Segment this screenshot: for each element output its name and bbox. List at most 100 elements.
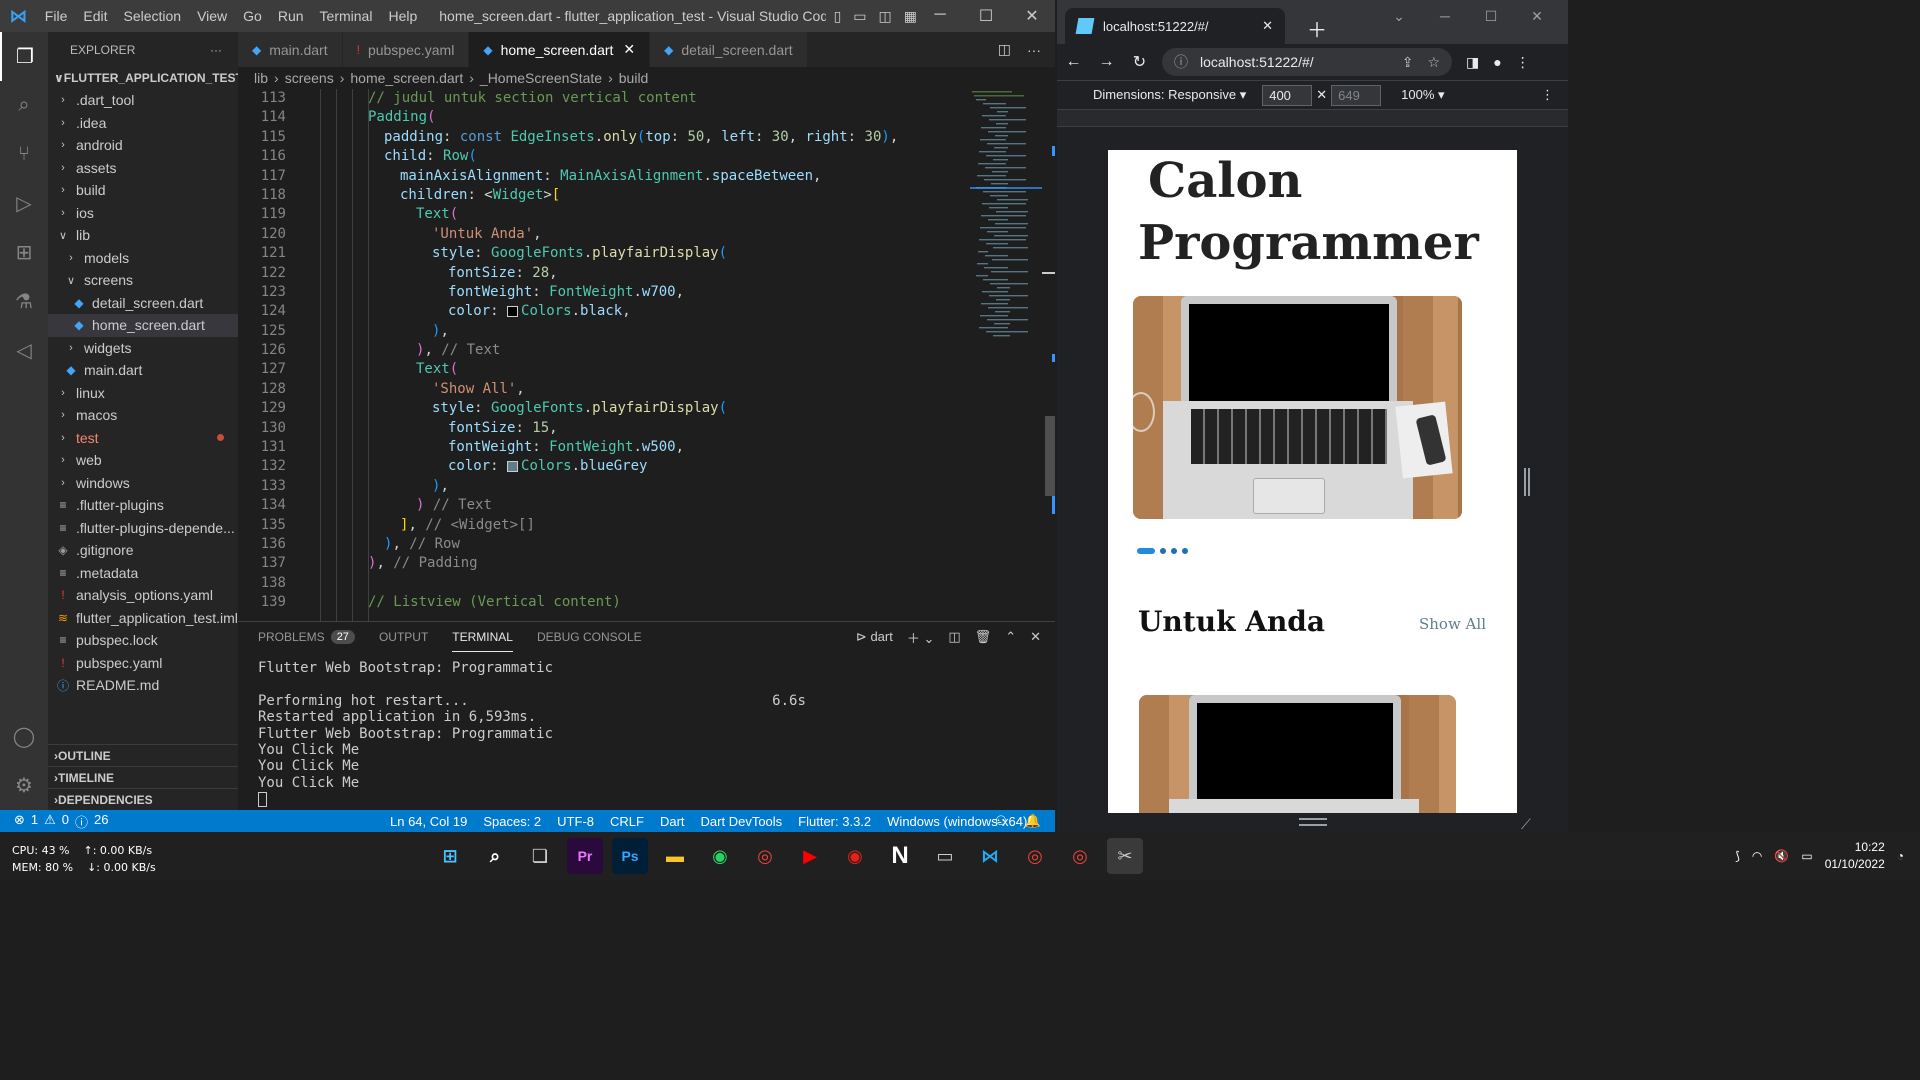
split-editor-icon[interactable]: ◫ [998, 41, 1011, 58]
menu-view[interactable]: View [197, 8, 227, 24]
carousel-laptop-image[interactable] [1133, 296, 1462, 519]
testing-icon[interactable]: ⚗ [0, 277, 48, 326]
menu-file[interactable]: File [45, 8, 68, 24]
notifications-bell-icon[interactable]: 🔔 [1025, 813, 1041, 829]
source-control-icon[interactable]: ⑂ [0, 130, 48, 179]
profile-avatar-icon[interactable]: ● [1493, 54, 1501, 71]
explorer-icon[interactable]: ❐ [0, 32, 48, 81]
tree-item[interactable]: › linux [48, 382, 238, 405]
outline-section[interactable]: › OUTLINE [48, 744, 238, 767]
run-debug-icon[interactable]: ▷ [0, 179, 48, 228]
eol-status[interactable]: CRLF [610, 814, 644, 829]
tab-output[interactable]: OUTPUT [379, 622, 428, 652]
file-explorer-icon[interactable]: ▬ [657, 838, 693, 874]
close-window-button[interactable]: ✕ [1009, 6, 1055, 26]
breadcrumb-item[interactable]: _HomeScreenState [480, 70, 602, 86]
accounts-icon[interactable]: ◯ [0, 712, 48, 761]
toggle-secondary-sidebar-icon[interactable]: ◫ [879, 8, 892, 25]
breadcrumb-item[interactable]: lib [254, 70, 268, 86]
zoom-dropdown[interactable]: 100% ▾ [1401, 87, 1444, 103]
extensions-icon[interactable]: ⊞ [0, 228, 48, 277]
color-swatch-icon[interactable] [507, 460, 519, 472]
editor-tab[interactable]: ◆ detail_screen.dart [650, 32, 808, 67]
site-info-icon[interactable]: ⓘ [1174, 52, 1188, 72]
device-toolbar-menu-icon[interactable]: ⋮ [1541, 87, 1554, 103]
vscode-icon[interactable]: ⋈ [972, 838, 1008, 874]
chrome-icon[interactable]: ◎ [747, 838, 783, 874]
minimap[interactable] [970, 89, 1042, 349]
start-windows-icon[interactable]: ⊞ [432, 838, 468, 874]
tree-item[interactable]: ! pubspec.yaml [48, 652, 238, 675]
maximize-panel-icon[interactable]: ⌃ [1005, 629, 1016, 645]
customize-layout-icon[interactable]: ▦ [904, 8, 917, 25]
browser-tab[interactable]: localhost:51222/#/ ✕ [1065, 8, 1285, 44]
new-tab-button[interactable]: ＋ [1307, 14, 1327, 43]
youtube-music-icon[interactable]: ◉ [837, 838, 873, 874]
tree-item[interactable]: › web [48, 449, 238, 472]
search-icon[interactable]: ⌕ [0, 81, 48, 130]
photoshop-icon[interactable]: Ps [612, 838, 648, 874]
whatsapp-icon[interactable]: ◉ [702, 838, 738, 874]
chrome-menu-icon[interactable]: ⋮ [1516, 54, 1530, 71]
viewport-height-input[interactable]: 649 [1331, 84, 1382, 106]
clock[interactable]: 10:22 01/10/2022 [1825, 839, 1885, 873]
terminal-output[interactable]: Flutter Web Bootstrap: Programmatic Perfo… [238, 660, 1055, 808]
tree-item[interactable]: ≡ pubspec.lock [48, 629, 238, 652]
maximize-button[interactable]: ☐ [1468, 8, 1514, 25]
viewport-width-input[interactable]: 400 [1262, 84, 1313, 106]
tree-item[interactable]: › .idea [48, 112, 238, 135]
editor-tab[interactable]: ! pubspec.yaml [342, 32, 470, 67]
editor-tab[interactable]: ◆ main.dart [238, 32, 343, 67]
notion-icon[interactable]: N [882, 838, 918, 874]
viewport-resize-handle[interactable] [1524, 468, 1530, 496]
breadcrumb-item[interactable]: screens [285, 70, 334, 86]
address-bar[interactable]: ⓘ localhost:51222/#/ ⇪ ☆ [1162, 48, 1452, 76]
tree-item[interactable]: ≡ .metadata [48, 562, 238, 585]
terminal-shell-selector[interactable]: ⊳ dart [856, 629, 893, 645]
tree-item[interactable]: ≋ flutter_application_test.iml [48, 607, 238, 630]
share-icon[interactable]: ⇪ [1402, 54, 1414, 71]
tree-item[interactable]: › build [48, 179, 238, 202]
task-view-icon[interactable]: ❏ [522, 838, 558, 874]
tree-item[interactable]: ≡ .flutter-plugins [48, 494, 238, 517]
volume-muted-icon[interactable]: 🔇 [1774, 849, 1789, 863]
flutter-version-status[interactable]: Flutter: 3.3.2 [798, 814, 871, 829]
tab-debug-console[interactable]: DEBUG CONSOLE [537, 622, 642, 652]
tree-item[interactable]: › android [48, 134, 238, 157]
new-terminal-icon[interactable]: ＋ ⌄ [907, 628, 935, 647]
snipping-tool-icon[interactable]: ✂ [1107, 838, 1143, 874]
dimensions-dropdown[interactable]: Dimensions: Responsive ▾ [1093, 87, 1246, 103]
tree-item[interactable]: ◆ home_screen.dart [48, 314, 238, 337]
tree-item[interactable]: › assets [48, 157, 238, 180]
search-icon[interactable]: ⌕ [477, 838, 513, 874]
premiere-icon[interactable]: Pr [567, 838, 603, 874]
more-actions-icon[interactable]: ··· [210, 43, 222, 57]
close-window-button[interactable]: ✕ [1514, 8, 1560, 25]
trash-icon[interactable]: 🗑 [975, 629, 992, 645]
reload-button[interactable]: ↻ [1123, 52, 1156, 72]
close-panel-icon[interactable]: ✕ [1030, 629, 1041, 645]
tree-item[interactable]: › test [48, 427, 238, 450]
breadcrumb-item[interactable]: build [619, 70, 649, 86]
youtube-icon[interactable]: ▶ [792, 838, 828, 874]
activity-icon[interactable]: ⟆ [1735, 849, 1740, 863]
tab-problems[interactable]: PROBLEMS 27 [258, 622, 355, 652]
tree-item[interactable]: ◆ main.dart [48, 359, 238, 382]
tree-item[interactable]: › macos [48, 404, 238, 427]
close-tab-icon[interactable]: ✕ [623, 41, 635, 58]
code-editor[interactable]: 113// judul untuk section vertical conte… [238, 89, 1055, 621]
show-all-link[interactable]: Show All [1419, 615, 1486, 633]
project-root[interactable]: ∨ FLUTTER_APPLICATION_TEST [48, 67, 243, 89]
side-panel-icon[interactable]: ◨ [1466, 54, 1479, 71]
dependencies-section[interactable]: › DEPENDENCIES [48, 788, 238, 811]
tab-search-icon[interactable]: ⌄ [1376, 8, 1422, 25]
color-swatch-icon[interactable] [507, 305, 519, 317]
problems-status[interactable]: ⊗ 1 ⚠ 0 ⓘ 26 [0, 812, 109, 831]
language-status[interactable]: Dart [660, 814, 685, 829]
tree-item[interactable]: ! analysis_options.yaml [48, 584, 238, 607]
cursor-position[interactable]: Ln 64, Col 19 [390, 814, 467, 829]
tree-item[interactable]: › windows [48, 472, 238, 495]
tree-item[interactable]: ∨ screens [48, 269, 238, 292]
corner-resize-icon[interactable]: ⟋ [1521, 816, 1531, 833]
back-button[interactable]: ← [1057, 53, 1090, 71]
